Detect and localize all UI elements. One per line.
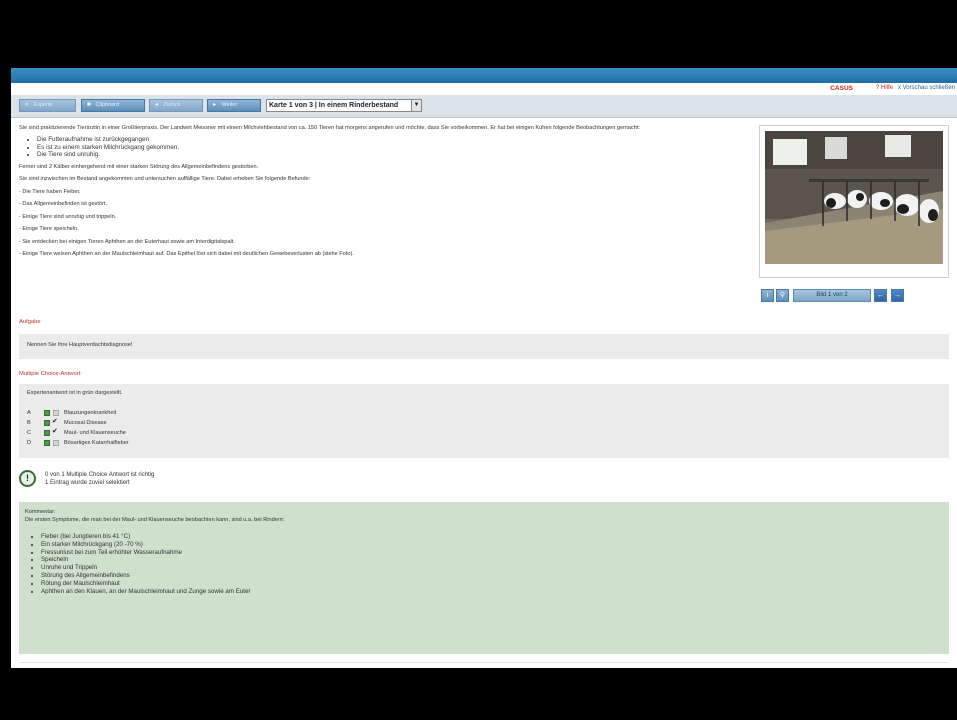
divider xyxy=(19,662,949,663)
image-next-arrow-icon[interactable]: → xyxy=(891,289,904,302)
list-item: Die Tiere sind unruhig. xyxy=(37,151,749,159)
finding-item: - Einige Tiere speicheln. xyxy=(19,226,79,232)
feedback-line-1: 0 von 1 Multiple Choice Antwort ist rich… xyxy=(45,472,155,478)
symptoms-list: Fieber (bei Jungtieren bis 41 °C) Ein st… xyxy=(41,533,943,595)
clipboard-icon: ■ xyxy=(87,102,91,108)
expert-answer-box xyxy=(44,440,50,446)
expert-button[interactable]: « Experte xyxy=(19,99,76,112)
mc-option-letter: D xyxy=(27,440,32,446)
list-item: Störung des Allgemeinbefindens xyxy=(41,572,943,580)
comment-title: Kommentar: xyxy=(25,509,56,515)
comment-intro: Die ersten Symptome, die man bei der Mau… xyxy=(25,517,285,523)
zoom-icon[interactable]: ⚲ xyxy=(776,289,789,302)
close-preview-link[interactable]: x Vorschau schließen xyxy=(898,85,955,91)
back-button[interactable]: ◂ Zurück xyxy=(149,99,203,112)
image-navigation: i ⚲ Bild 1 von 2 ← → xyxy=(761,289,911,302)
feedback-text: 0 von 1 Multiple Choice Antwort ist rich… xyxy=(45,472,265,487)
expert-answer-box xyxy=(44,430,50,436)
arrow-right-icon: ▸ xyxy=(213,102,217,108)
list-item: Rötung der Maulschleimhaut xyxy=(41,580,943,588)
mc-option-a[interactable]: A Blauzungenkrankheit xyxy=(19,408,949,418)
mc-title: Multiple Choice-Antwort: xyxy=(19,371,82,377)
task-box: Nennen Sie Ihre Hauptverdachtsdiagnose! xyxy=(19,334,949,359)
image-prev-arrow-icon[interactable]: ← xyxy=(874,289,887,302)
list-item: Speicheln xyxy=(41,556,943,564)
finding-item: - Das Allgemeinbefinden ist gestört. xyxy=(19,201,107,207)
task-text: Nennen Sie Ihre Hauptverdachtsdiagnose! xyxy=(27,342,133,348)
top-bar xyxy=(11,68,957,83)
mc-option-label: Mucosal Disease xyxy=(64,420,107,426)
expert-answer-box xyxy=(44,420,50,426)
task-title: Aufgabe xyxy=(19,319,41,325)
finding-item: - Die Tiere haben Fieber. xyxy=(19,188,81,195)
checkmark-icon[interactable]: ✔ xyxy=(52,417,58,427)
casus-window: CASUS ? Hilfe x Vorschau schließen « Exp… xyxy=(11,68,957,668)
finding-item: - Sie entdecken bei einigen Tieren Aphth… xyxy=(19,238,235,245)
mc-option-letter: C xyxy=(27,430,32,436)
intro-paragraph: Sie sind praktizierende Tierärztin in ei… xyxy=(19,125,640,131)
answer-checkbox[interactable] xyxy=(53,410,59,416)
mc-legend: Expertenantwort ist in grün dargestellt. xyxy=(27,390,123,396)
image-counter: Bild 1 von 2 xyxy=(793,289,871,302)
list-item: Fressunlust bei zum Teil erhöhter Wasser… xyxy=(41,549,943,557)
feedback-line-2: 1 Eintrag wurde zuviel selektiert xyxy=(45,479,130,486)
calves-paragraph: Ferner sind 2 Kälber einhergehend mit ei… xyxy=(19,163,259,170)
expert-answer-box xyxy=(44,410,50,416)
mc-option-b[interactable]: B ✔ Mucosal Disease xyxy=(19,418,949,428)
back-button-label: Zurück xyxy=(163,102,181,108)
expert-button-label: Experte xyxy=(33,102,53,108)
clipboard-button[interactable]: ■ Clipboard xyxy=(81,99,145,112)
chevron-down-icon[interactable]: ▼ xyxy=(411,100,421,111)
double-arrow-left-icon: « xyxy=(25,102,29,108)
list-item: Ein starker Milchrückgang (20 -70 %) xyxy=(41,541,943,549)
mc-option-letter: B xyxy=(27,420,31,426)
exclamation-icon: ! xyxy=(19,470,36,487)
card-select-value: Karte 1 von 3 | In einem Rinderbestand xyxy=(269,102,399,109)
mc-option-label: Maul- und Klauenseuche xyxy=(64,430,126,436)
mc-box: Expertenantwort ist in grün dargestellt.… xyxy=(19,384,949,458)
help-link[interactable]: ? Hilfe xyxy=(876,85,893,91)
case-description: Sie sind praktizierende Tierärztin in ei… xyxy=(19,124,749,263)
answer-checkbox[interactable] xyxy=(53,440,59,446)
screen-frame: CASUS ? Hilfe x Vorschau schließen « Exp… xyxy=(0,0,957,720)
comment-box: Kommentar: Die ersten Symptome, die man … xyxy=(19,502,949,654)
list-item: Unruhe und Trippeln xyxy=(41,564,943,572)
finding-item: - Einige Tiere weisen Aphthen an der Mau… xyxy=(19,251,354,257)
barn-cows-photo[interactable] xyxy=(765,131,943,264)
finding-item: - Einige Tiere sind unruhig und trippeln… xyxy=(19,213,117,220)
navigation-toolbar: « Experte ■ Clipboard ◂ Zurück ▸ Weiter … xyxy=(11,95,957,118)
casus-logo: CASUS xyxy=(830,85,853,92)
arrow-left-icon: ◂ xyxy=(155,102,159,108)
checkmark-icon[interactable]: ✔ xyxy=(52,427,58,437)
header-links: CASUS ? Hilfe x Vorschau schließen xyxy=(11,83,957,95)
mc-option-letter: A xyxy=(27,410,31,416)
list-item: Fieber (bei Jungtieren bis 41 °C) xyxy=(41,533,943,541)
next-button-label: Weiter xyxy=(221,102,238,108)
list-item: Die Futteraufnahme ist zurückgegangen xyxy=(37,136,749,144)
next-button[interactable]: ▸ Weiter xyxy=(207,99,261,112)
findings-intro: Sie sind inzwischen im Bestand angekomme… xyxy=(19,176,311,182)
mc-option-label: Blauzungenkrankheit xyxy=(64,410,117,416)
case-image-panel xyxy=(759,125,949,278)
mc-option-d[interactable]: D Bösartiges Katarrhalfieber xyxy=(19,438,949,448)
clipboard-button-label: Clipboard xyxy=(95,102,120,108)
mc-option-label: Bösartiges Katarrhalfieber xyxy=(64,440,129,446)
mc-option-c[interactable]: C ✔ Maul- und Klauenseuche xyxy=(19,428,949,438)
observations-list: Die Futteraufnahme ist zurückgegangen Es… xyxy=(37,136,749,159)
card-select[interactable]: Karte 1 von 3 | In einem Rinderbestand ▼ xyxy=(266,99,422,112)
info-icon[interactable]: i xyxy=(761,289,774,302)
list-item: Aphthen an den Klauen, an der Maulschlei… xyxy=(41,588,943,596)
list-item: Es ist zu einem starken Milchrückgang ge… xyxy=(37,144,749,152)
